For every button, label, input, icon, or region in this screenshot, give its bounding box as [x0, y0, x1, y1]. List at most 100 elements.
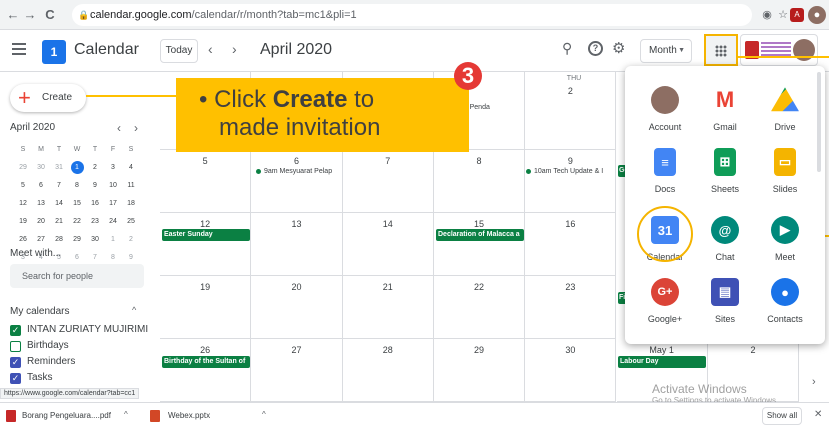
- settings-gear-icon[interactable]: ⚙: [612, 39, 625, 57]
- event-mesyuarat[interactable]: 9am Mesyuarat Pelap: [256, 168, 332, 175]
- google-apps-button[interactable]: [704, 34, 738, 66]
- day-cell[interactable]: 20: [251, 276, 343, 339]
- reload-icon[interactable]: C: [42, 7, 58, 23]
- account-switcher[interactable]: [740, 34, 818, 66]
- app-docs[interactable]: ≡ Docs: [635, 148, 695, 194]
- app-slides[interactable]: ▭ Slides: [755, 148, 815, 194]
- mini-day[interactable]: 29: [14, 161, 32, 174]
- mini-day[interactable]: 16: [86, 197, 104, 210]
- event-tech-update[interactable]: 10am Tech Update & I: [526, 168, 603, 175]
- view-switcher-button[interactable]: Month ▼: [640, 39, 692, 63]
- mini-day[interactable]: 13: [32, 197, 50, 210]
- mini-day[interactable]: 10: [104, 179, 122, 192]
- chevron-up-icon[interactable]: ^: [262, 410, 266, 419]
- show-all-button[interactable]: Show all: [762, 407, 802, 425]
- app-drive[interactable]: Drive: [755, 86, 815, 132]
- mini-day[interactable]: 20: [32, 215, 50, 228]
- mini-day[interactable]: 25: [122, 215, 140, 228]
- day-cell[interactable]: 14: [342, 213, 434, 276]
- mini-day[interactable]: 8: [68, 179, 86, 192]
- day-cell[interactable]: 13: [251, 213, 343, 276]
- app-gmail[interactable]: M Gmail: [695, 86, 755, 132]
- mini-day[interactable]: 27: [32, 233, 50, 246]
- mini-day[interactable]: 17: [104, 197, 122, 210]
- pdf-extension-icon[interactable]: A: [790, 8, 804, 22]
- search-people-input[interactable]: Search for people: [10, 264, 144, 288]
- forward-icon[interactable]: →: [22, 7, 38, 23]
- event-malacca[interactable]: Declaration of Malacca a: [436, 229, 524, 241]
- day-cell[interactable]: 27: [251, 339, 343, 402]
- day-cell[interactable]: 15: [433, 213, 526, 276]
- download-file-1[interactable]: Borang Pengeluara....pdf: [22, 411, 111, 420]
- day-cell[interactable]: 23: [525, 276, 617, 339]
- day-cell[interactable]: 30: [525, 339, 617, 402]
- mini-day[interactable]: 28: [50, 233, 68, 246]
- mini-day[interactable]: 6: [68, 251, 86, 264]
- day-cell[interactable]: 7: [342, 150, 434, 213]
- day-cell[interactable]: 28: [342, 339, 434, 402]
- mini-day[interactable]: 30: [86, 233, 104, 246]
- mini-day[interactable]: 7: [86, 251, 104, 264]
- calendar-item[interactable]: ✓ INTAN ZURIATY MUJIRIMI: [10, 322, 160, 338]
- mini-day[interactable]: 2: [122, 233, 140, 246]
- profile-avatar[interactable]: ●: [808, 6, 826, 24]
- mini-day[interactable]: 6: [32, 179, 50, 192]
- prev-month-icon[interactable]: ‹: [208, 41, 213, 57]
- mini-day[interactable]: 14: [50, 197, 68, 210]
- event-labour-day[interactable]: Labour Day: [618, 356, 706, 368]
- day-cell[interactable]: 9: [525, 150, 617, 213]
- mini-day[interactable]: 24: [104, 215, 122, 228]
- main-menu-icon[interactable]: [12, 43, 26, 55]
- mini-day[interactable]: 1: [70, 161, 84, 174]
- day-cell[interactable]: 8: [433, 150, 526, 213]
- event-sultan-birthday[interactable]: Birthday of the Sultan of: [162, 356, 250, 368]
- app-account[interactable]: Account: [635, 86, 695, 132]
- mini-day[interactable]: 2: [86, 161, 104, 174]
- day-cell[interactable]: 5: [160, 150, 252, 213]
- mini-day[interactable]: 19: [14, 215, 32, 228]
- calendar-item[interactable]: Birthdays: [10, 338, 160, 354]
- mini-day[interactable]: 29: [68, 233, 86, 246]
- create-button[interactable]: + Create: [10, 84, 86, 112]
- today-button[interactable]: Today: [160, 39, 198, 63]
- back-icon[interactable]: ←: [5, 7, 21, 23]
- day-cell[interactable]: 19: [160, 276, 252, 339]
- mini-day[interactable]: 11: [122, 179, 140, 192]
- address-bar[interactable]: 🔒 calendar.google.com/calendar/r/month?t…: [72, 4, 752, 26]
- mini-day[interactable]: 18: [122, 197, 140, 210]
- side-panel-toggle-icon[interactable]: ›: [812, 376, 816, 388]
- chevron-up-icon[interactable]: ^: [124, 410, 128, 419]
- event-easter-sunday[interactable]: Easter Sunday: [162, 229, 250, 241]
- mini-day[interactable]: 3: [104, 161, 122, 174]
- mini-day[interactable]: 7: [50, 179, 68, 192]
- my-calendars-title[interactable]: My calendars: [10, 306, 69, 317]
- mini-day[interactable]: 12: [14, 197, 32, 210]
- app-contacts[interactable]: ● Contacts: [755, 278, 815, 324]
- mini-day[interactable]: 8: [104, 251, 122, 264]
- mini-day[interactable]: 22: [68, 215, 86, 228]
- app-google-plus[interactable]: G+ Google+: [635, 278, 695, 324]
- mini-day[interactable]: 26: [14, 233, 32, 246]
- day-cell[interactable]: 2: [525, 72, 617, 150]
- mini-next-icon[interactable]: ›: [134, 121, 138, 135]
- day-cell[interactable]: 29: [433, 339, 526, 402]
- day-cell[interactable]: 26: [160, 339, 252, 402]
- mini-prev-icon[interactable]: ‹: [117, 121, 121, 135]
- mini-day[interactable]: 1: [104, 233, 122, 246]
- app-sheets[interactable]: ⊞ Sheets: [695, 148, 755, 194]
- scrollbar[interactable]: [817, 72, 821, 172]
- day-cell[interactable]: 12: [160, 213, 252, 276]
- day-cell[interactable]: 16: [525, 213, 617, 276]
- download-file-2[interactable]: Webex.pptx: [168, 411, 210, 420]
- help-icon[interactable]: ?: [588, 41, 603, 56]
- mini-day[interactable]: 21: [50, 215, 68, 228]
- mini-day[interactable]: 5: [14, 179, 32, 192]
- day-cell[interactable]: 21: [342, 276, 434, 339]
- mini-day[interactable]: 23: [86, 215, 104, 228]
- day-cell[interactable]: 22: [433, 276, 526, 339]
- mini-day[interactable]: 15: [68, 197, 86, 210]
- mini-day[interactable]: 9: [86, 179, 104, 192]
- mini-day[interactable]: 30: [32, 161, 50, 174]
- app-sites[interactable]: ▤ Sites: [695, 278, 755, 324]
- day-cell[interactable]: 6: [251, 150, 343, 213]
